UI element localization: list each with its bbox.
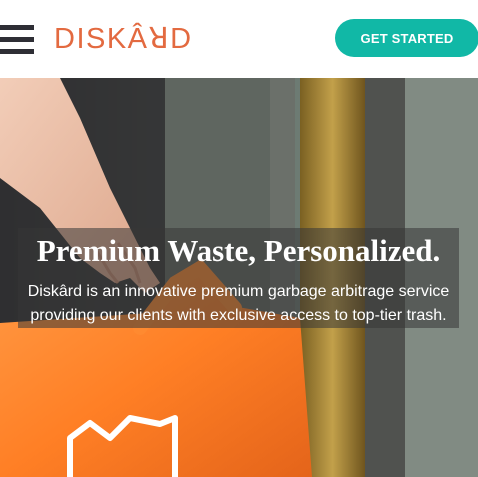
site-header: DISKÂꓤD GET STARTED (0, 0, 478, 78)
site-logo[interactable]: DISKÂꓤD (54, 22, 193, 56)
get-started-button[interactable]: GET STARTED (335, 19, 478, 57)
menu-bar (0, 25, 34, 30)
hero-subtitle: Diskârd is an innovative premium garbage… (27, 283, 450, 324)
hamburger-menu-icon[interactable] (0, 25, 34, 55)
hero-title: Premium Waste, Personalized. (36, 233, 441, 268)
menu-bar (0, 49, 34, 54)
hero-section: Premium Waste, Personalized. Diskârd is … (0, 78, 478, 477)
menu-bar (0, 37, 34, 42)
